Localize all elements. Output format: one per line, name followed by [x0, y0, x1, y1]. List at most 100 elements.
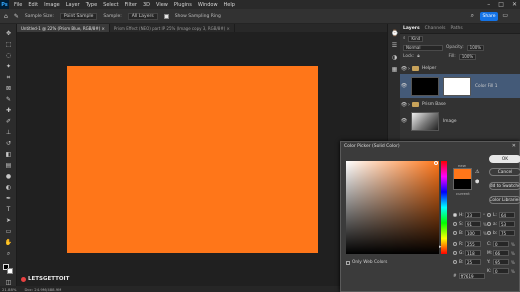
only-web-colors-checkbox[interactable] [346, 260, 350, 265]
red-radio[interactable] [453, 242, 457, 246]
lab-a-radio[interactable] [487, 222, 491, 226]
color-cursor[interactable] [434, 161, 438, 165]
layer-row[interactable]: 👁︎ Image [400, 110, 520, 132]
yellow-field[interactable]: 95 [493, 259, 509, 265]
layer-row[interactable]: 👁︎ Color Fill 1 [400, 74, 520, 98]
tab-channels[interactable]: Channels [425, 26, 446, 31]
layer-row[interactable]: 👁︎ › Prism Base [400, 100, 520, 109]
crop-tool-icon[interactable]: ⌗ [4, 74, 13, 81]
show-ring-checkbox[interactable] [163, 13, 169, 19]
gradient-tool-icon[interactable]: ▤ [4, 162, 13, 169]
lab-b-radio[interactable] [487, 231, 491, 235]
quick-mask-icon[interactable]: ◫ [4, 279, 13, 286]
menu-layer[interactable]: Layer [63, 2, 83, 8]
menu-view[interactable]: View [153, 2, 171, 8]
cyan-field[interactable]: 0 [493, 241, 509, 247]
lasso-tool-icon[interactable]: ◌ [4, 52, 13, 59]
tab-untitled-1[interactable]: Untitled-1 @ 22% (Prism Blue, RGB/8#) × [17, 24, 110, 32]
hand-tool-icon[interactable]: ✋ [4, 239, 13, 246]
minimize-button[interactable]: – [487, 1, 490, 8]
eraser-tool-icon[interactable]: ◧ [4, 151, 13, 158]
cancel-button[interactable]: Cancel [489, 168, 520, 176]
hue-radio[interactable] [453, 213, 457, 217]
menu-type[interactable]: Type [83, 2, 100, 8]
type-tool-icon[interactable]: T [4, 206, 13, 213]
tab-paths[interactable]: Paths [450, 26, 462, 31]
layer-row[interactable]: 👁︎ › Helper [400, 64, 520, 73]
fill-field[interactable]: 100% [458, 53, 477, 60]
gamut-warning-icon[interactable]: ⚠ [475, 169, 479, 175]
history-panel-icon[interactable]: ⌚ [391, 30, 398, 37]
hex-field[interactable]: ff7619 [458, 273, 485, 279]
lab-a-field[interactable]: 53 [499, 221, 515, 227]
saturation-radio[interactable] [453, 222, 457, 226]
green-radio[interactable] [453, 251, 457, 255]
blend-mode-select[interactable]: Normal [403, 44, 443, 51]
eyedropper-tool-icon[interactable]: ✎ [14, 13, 19, 20]
move-tool-icon[interactable]: ✥ [4, 30, 13, 37]
frame-tool-icon[interactable]: ⊠ [4, 85, 13, 92]
libraries-panel-icon[interactable]: ▦ [391, 66, 398, 73]
path-select-icon[interactable]: ➤ [4, 217, 13, 224]
eye-icon[interactable]: 👁︎ [400, 83, 408, 89]
hue-field[interactable]: 23 [465, 212, 481, 218]
lab-l-field[interactable]: 64 [499, 212, 515, 218]
blue-field[interactable]: 25 [465, 259, 481, 265]
brush-tool-icon[interactable]: ✐ [4, 118, 13, 125]
brightness-radio[interactable] [453, 231, 457, 235]
sample-select[interactable]: All Layers [127, 12, 158, 20]
menu-window[interactable]: Window [195, 2, 221, 8]
workspace-icon[interactable]: ▭ [502, 12, 508, 19]
menu-help[interactable]: Help [221, 2, 238, 8]
green-field[interactable]: 118 [465, 250, 481, 256]
eye-icon[interactable]: 👁︎ [400, 102, 408, 108]
sample-size-select[interactable]: Point Sample [59, 12, 98, 20]
canvas-area[interactable]: LETSGETTOIT [17, 32, 387, 286]
pen-tool-icon[interactable]: ✒ [4, 195, 13, 202]
menu-plugins[interactable]: Plugins [171, 2, 195, 8]
web-safe-cube-icon[interactable]: ⬢ [475, 179, 479, 185]
quick-select-tool-icon[interactable]: ✦ [4, 63, 13, 70]
lock-icon[interactable]: 🔒︎ [417, 54, 419, 59]
share-button[interactable]: Share [480, 12, 498, 21]
lab-b-field[interactable]: 75 [499, 230, 515, 236]
maximize-button[interactable]: □ [498, 1, 504, 8]
shape-tool-icon[interactable]: ▭ [4, 228, 13, 235]
menu-3d[interactable]: 3D [140, 2, 153, 8]
close-icon[interactable]: ✕ [512, 143, 516, 149]
marquee-tool-icon[interactable]: ⬚ [4, 41, 13, 48]
chevron-right-icon[interactable]: › [408, 102, 410, 108]
menu-filter[interactable]: Filter [122, 2, 140, 8]
hue-slider-handle-icon[interactable]: ▸ [439, 244, 442, 250]
tab-prism-effect[interactable]: Prism Effect (NEO) part IP 25% (Image co… [110, 24, 235, 32]
lab-l-radio[interactable] [487, 213, 491, 217]
dodge-tool-icon[interactable]: ◐ [4, 184, 13, 191]
opacity-field[interactable]: 100% [466, 44, 485, 51]
menu-edit[interactable]: Edit [25, 2, 41, 8]
background-color-swatch[interactable] [7, 268, 13, 274]
kind-filter-select[interactable]: Kind [408, 35, 424, 42]
adjustments-panel-icon[interactable]: ◑ [391, 54, 398, 61]
eyedropper-icon[interactable]: ✎ [4, 96, 13, 103]
tab-layers[interactable]: Layers [403, 26, 420, 31]
current-color-preview[interactable] [453, 179, 472, 190]
menu-select[interactable]: Select [100, 2, 121, 8]
home-icon[interactable]: ⌂ [4, 13, 8, 20]
blue-radio[interactable] [453, 260, 457, 264]
magenta-field[interactable]: 66 [493, 250, 509, 256]
eye-icon[interactable]: 👁︎ [400, 66, 408, 72]
menu-file[interactable]: File [11, 2, 25, 8]
saturation-brightness-field[interactable] [346, 161, 439, 254]
color-libraries-button[interactable]: Color Libraries [489, 196, 520, 204]
history-brush-icon[interactable]: ↺ [4, 140, 13, 147]
red-field[interactable]: 255 [465, 241, 481, 247]
document-canvas[interactable] [67, 66, 318, 253]
black-field[interactable]: 0 [493, 268, 509, 274]
brightness-field[interactable]: 100 [465, 230, 481, 236]
properties-panel-icon[interactable]: ☰ [391, 42, 398, 49]
chevron-right-icon[interactable]: › [408, 66, 410, 72]
ok-button[interactable]: OK [489, 155, 520, 163]
eye-icon[interactable]: 👁︎ [400, 118, 408, 124]
add-to-swatches-button[interactable]: Add to Swatches [489, 182, 520, 190]
clone-stamp-icon[interactable]: ⊥ [4, 129, 13, 136]
